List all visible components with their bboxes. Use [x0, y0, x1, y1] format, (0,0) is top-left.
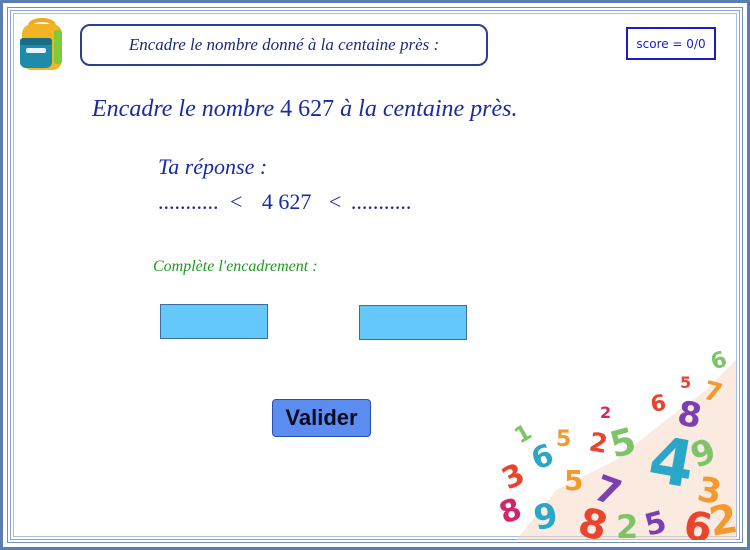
hint-text: Complète l'encadrement :: [153, 258, 318, 275]
svg-text:5: 5: [680, 373, 691, 392]
svg-text:6: 6: [649, 391, 668, 418]
upper-bound-input[interactable]: [359, 305, 467, 340]
question-suffix: à la centaine près.: [340, 96, 518, 122]
question-prefix: Encadre le nombre: [92, 96, 275, 122]
instruction-box: Encadre le nombre donné à la centaine pr…: [80, 24, 488, 66]
less-than-symbol: <: [328, 189, 342, 214]
validate-button[interactable]: Valider: [272, 399, 371, 437]
question-number: 4 627: [280, 96, 335, 122]
answer-left-dots: ...........: [158, 189, 219, 214]
backpack-icon: [16, 16, 68, 72]
svg-text:2: 2: [600, 403, 611, 422]
svg-text:2: 2: [616, 508, 638, 540]
svg-text:8: 8: [496, 491, 526, 531]
svg-text:5: 5: [564, 464, 583, 497]
answer-right-dots: ...........: [350, 189, 412, 214]
score-text: score = 0/0: [636, 36, 706, 51]
numbers-pile-image: 6 5 7 6 8 2 1 5 2 5 4 9 6 3 5 7 3 8 9 8 …: [495, 347, 741, 550]
instruction-text: Encadre le nombre donné à la centaine pr…: [128, 35, 440, 54]
svg-text:6: 6: [527, 437, 559, 477]
validate-label: Valider: [285, 405, 358, 430]
less-than-symbol: <: [230, 189, 243, 214]
answer-number: 4 627: [261, 189, 312, 214]
svg-text:5: 5: [606, 421, 641, 467]
answer-title: Ta réponse :: [158, 154, 268, 179]
question-text: Encadre le nombre 4 627 à la centaine pr…: [92, 96, 517, 123]
lower-bound-input[interactable]: [160, 304, 268, 339]
answer-inequality: ........... < 4 627 < ...........: [158, 189, 411, 215]
score-box: score = 0/0: [626, 27, 716, 60]
svg-text:5: 5: [556, 427, 571, 452]
